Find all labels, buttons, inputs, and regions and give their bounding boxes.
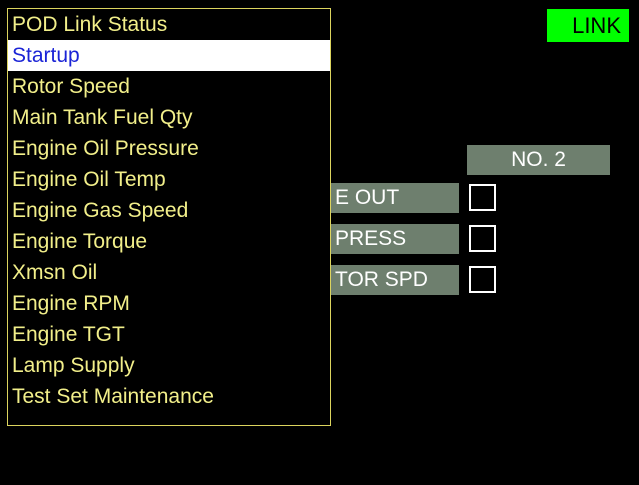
status-checkbox[interactable]: [469, 225, 496, 252]
menu-item-main-tank-fuel-qty[interactable]: Main Tank Fuel Qty: [8, 102, 330, 133]
menu-item-rotor-speed[interactable]: Rotor Speed: [8, 71, 330, 102]
test-set-screen: LINK NO. 2 E OUT PRESS TOR SPD POD Link …: [0, 0, 639, 485]
status-row: E OUT: [331, 183, 501, 213]
menu-item-test-set-maintenance[interactable]: Test Set Maintenance: [8, 381, 330, 412]
status-checkbox[interactable]: [469, 184, 496, 211]
status-label: E OUT: [331, 183, 459, 213]
menu-item-xmsn-oil[interactable]: Xmsn Oil: [8, 257, 330, 288]
engine-no2-header: NO. 2: [467, 145, 610, 175]
menu-item-engine-rpm[interactable]: Engine RPM: [8, 288, 330, 319]
menu-item-engine-tgt[interactable]: Engine TGT: [8, 319, 330, 350]
menu-item-pod-link-status[interactable]: POD Link Status: [8, 9, 330, 40]
menu-item-engine-torque[interactable]: Engine Torque: [8, 226, 330, 257]
status-checkbox[interactable]: [469, 266, 496, 293]
status-row: TOR SPD: [331, 265, 501, 295]
test-selection-menu: POD Link Status Startup Rotor Speed Main…: [7, 8, 331, 426]
menu-item-engine-gas-speed[interactable]: Engine Gas Speed: [8, 195, 330, 226]
menu-item-lamp-supply[interactable]: Lamp Supply: [8, 350, 330, 381]
menu-item-startup[interactable]: Startup: [8, 40, 330, 71]
link-status-indicator: LINK: [547, 9, 629, 42]
status-label: PRESS: [331, 224, 459, 254]
menu-item-engine-oil-temp[interactable]: Engine Oil Temp: [8, 164, 330, 195]
status-label: TOR SPD: [331, 265, 459, 295]
menu-item-engine-oil-pressure[interactable]: Engine Oil Pressure: [8, 133, 330, 164]
status-row: PRESS: [331, 224, 501, 254]
